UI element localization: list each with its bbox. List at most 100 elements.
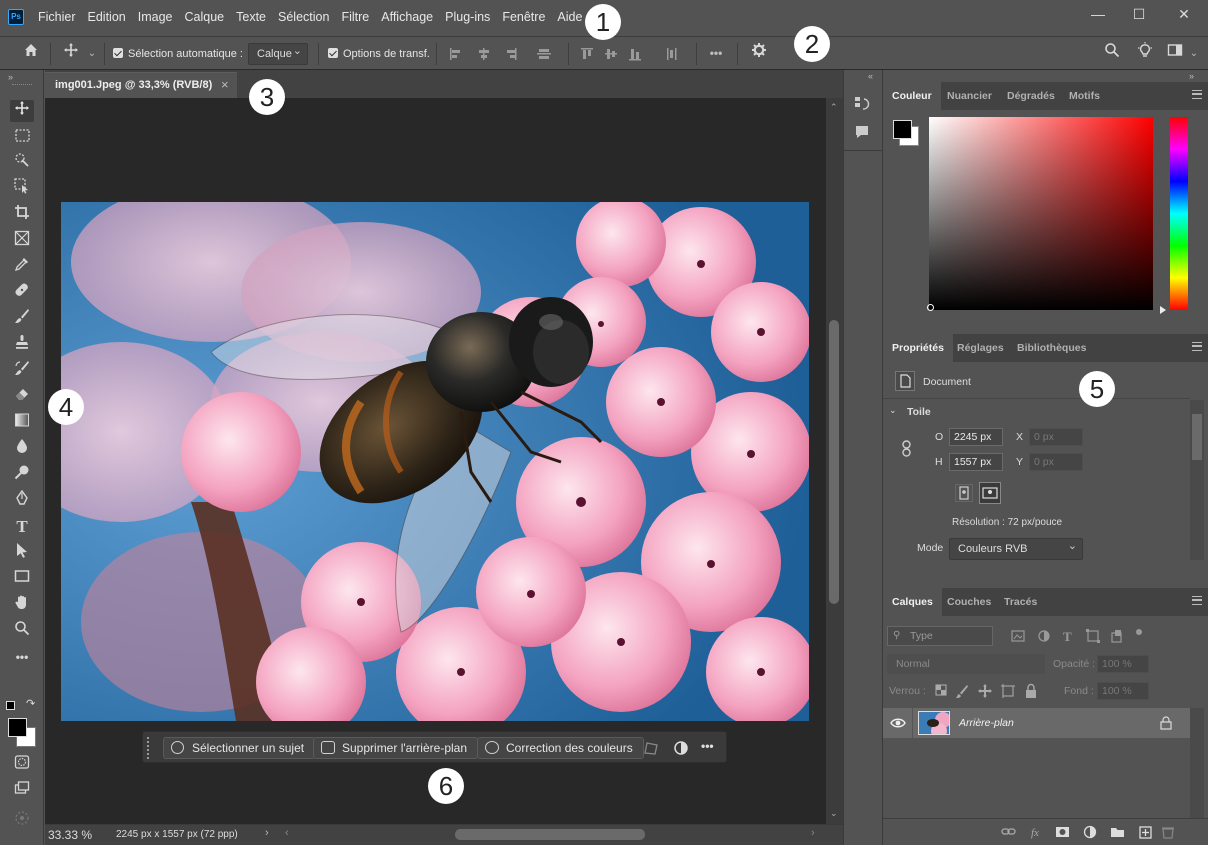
- scroll-down-arrow-icon[interactable]: ⌄: [830, 808, 838, 819]
- tab-degrades[interactable]: Dégradés: [998, 82, 1064, 110]
- layer-filter-dropdown[interactable]: ⚲ Type: [887, 626, 993, 646]
- toolbar-grip[interactable]: [12, 84, 32, 86]
- zoom-level[interactable]: 33.33 %: [48, 828, 92, 842]
- foreground-color-swatch[interactable]: [893, 120, 912, 139]
- panel-menu-icon[interactable]: [1192, 342, 1202, 351]
- search-icon[interactable]: [1101, 42, 1123, 64]
- marquee-tool-icon[interactable]: [10, 126, 34, 148]
- drag-handle-icon[interactable]: [147, 737, 151, 759]
- transform-icon[interactable]: [643, 740, 659, 756]
- x-field[interactable]: 0 px: [1029, 428, 1083, 446]
- fill-field[interactable]: 100 %: [1097, 682, 1149, 700]
- more-options-button[interactable]: •••: [703, 42, 729, 64]
- horizontal-scroll-thumb[interactable]: [455, 829, 645, 840]
- landscape-orientation-icon[interactable]: [979, 482, 1001, 504]
- maximize-button[interactable]: ☐: [1125, 4, 1153, 24]
- auto-select-dropdown[interactable]: Calque: [248, 41, 308, 65]
- menu-affichage[interactable]: Affichage: [381, 10, 433, 24]
- portrait-orientation-icon[interactable]: [955, 484, 973, 502]
- eraser-tool-icon[interactable]: [10, 386, 34, 408]
- tab-reglages[interactable]: Réglages: [948, 334, 1013, 362]
- height-field[interactable]: 1557 px: [949, 453, 1003, 471]
- quick-mask-icon[interactable]: [10, 754, 34, 776]
- tab-bibliotheques[interactable]: Bibliothèques: [1008, 334, 1095, 362]
- tab-nuancier[interactable]: Nuancier: [938, 82, 1001, 110]
- collapse-panels-icon[interactable]: »: [1189, 71, 1194, 81]
- menu-filtre[interactable]: Filtre: [341, 10, 369, 24]
- tab-couches[interactable]: Couches: [938, 588, 1000, 616]
- chevron-down-icon[interactable]: ⌄: [1188, 43, 1200, 65]
- close-tab-icon[interactable]: ×: [221, 77, 229, 92]
- menu-fichier[interactable]: Fichier: [38, 10, 76, 24]
- menu-selection[interactable]: Sélection: [278, 10, 329, 24]
- properties-scrollbar[interactable]: [1190, 400, 1204, 560]
- path-selection-tool-icon[interactable]: [10, 542, 34, 564]
- layer-visibility-toggle[interactable]: [883, 708, 913, 738]
- color-picker-cursor[interactable]: [927, 304, 934, 311]
- tab-traces[interactable]: Tracés: [995, 588, 1046, 616]
- collapse-double-chevron-icon[interactable]: »: [8, 72, 13, 82]
- history-icon[interactable]: [854, 96, 870, 112]
- more-tools-icon[interactable]: •••: [10, 646, 34, 668]
- auto-select-checkbox[interactable]: Sélection automatique :: [113, 47, 243, 60]
- hand-tool-icon[interactable]: [10, 594, 34, 616]
- width-field[interactable]: 2245 px: [949, 428, 1003, 446]
- move-tool-preset-icon[interactable]: [60, 42, 82, 64]
- minimize-button[interactable]: —: [1084, 4, 1112, 24]
- scroll-up-arrow-icon[interactable]: ⌃: [830, 102, 838, 113]
- menu-aide[interactable]: Aide: [557, 10, 582, 24]
- comments-icon[interactable]: [854, 124, 870, 140]
- eyedropper-tool-icon[interactable]: [10, 256, 34, 278]
- color-correction-button[interactable]: Correction des couleurs: [477, 737, 644, 759]
- document-tab[interactable]: img001.Jpeg @ 33,3% (RVB/8) ×: [45, 72, 237, 98]
- chevron-down-icon[interactable]: ⌄: [86, 43, 98, 65]
- home-icon[interactable]: [20, 42, 42, 64]
- object-select-tool-icon[interactable]: [10, 178, 34, 200]
- tab-calques[interactable]: Calques: [883, 588, 942, 616]
- history-brush-tool-icon[interactable]: [10, 360, 34, 382]
- default-colors-icon[interactable]: [6, 701, 15, 710]
- frame-tool-icon[interactable]: [10, 230, 34, 252]
- gear-icon[interactable]: [748, 42, 770, 64]
- scroll-left-arrow-icon[interactable]: ‹: [285, 827, 289, 839]
- swap-colors-icon[interactable]: ↷: [26, 697, 35, 710]
- clone-stamp-tool-icon[interactable]: [10, 334, 34, 356]
- blend-mode-dropdown[interactable]: Normal: [887, 654, 1045, 674]
- hue-slider[interactable]: [1170, 117, 1188, 310]
- type-tool-icon[interactable]: T: [10, 516, 34, 538]
- transform-options-checkbox[interactable]: Options de transf.: [328, 47, 430, 60]
- vertical-scrollbar[interactable]: ⌃ ⌄: [826, 98, 843, 824]
- panel-menu-icon[interactable]: [1192, 596, 1202, 605]
- close-button[interactable]: ✕: [1170, 4, 1198, 24]
- align-icons[interactable]: [448, 46, 558, 62]
- lightbulb-icon[interactable]: [1134, 42, 1156, 64]
- opacity-field[interactable]: 100 %: [1097, 655, 1149, 673]
- menu-edition[interactable]: Edition: [88, 10, 126, 24]
- pen-tool-icon[interactable]: [10, 489, 34, 512]
- link-dimensions-icon[interactable]: [901, 440, 913, 458]
- menu-fenetre[interactable]: Fenêtre: [502, 10, 545, 24]
- tab-proprietes[interactable]: Propriétés: [883, 334, 953, 362]
- gradient-tool-icon[interactable]: [10, 412, 34, 434]
- menu-calque[interactable]: Calque: [185, 10, 225, 24]
- expand-panels-icon[interactable]: «: [868, 71, 873, 81]
- layer-row[interactable]: Arrière-plan: [883, 708, 1190, 738]
- menu-image[interactable]: Image: [138, 10, 173, 24]
- select-subject-button[interactable]: Sélectionner un sujet: [163, 737, 316, 759]
- color-field[interactable]: [929, 117, 1153, 310]
- tab-motifs[interactable]: Motifs: [1060, 82, 1109, 110]
- healing-brush-tool-icon[interactable]: [10, 282, 34, 304]
- dodge-tool-icon[interactable]: [10, 464, 34, 486]
- document-canvas-image[interactable]: [61, 202, 809, 721]
- crop-tool-icon[interactable]: [10, 204, 34, 226]
- workspace-icon[interactable]: [1164, 42, 1186, 64]
- status-chevron-right-icon[interactable]: ›: [265, 827, 269, 839]
- tab-couleur[interactable]: Couleur: [883, 82, 941, 110]
- adjustment-circle-icon[interactable]: [673, 740, 689, 756]
- y-field[interactable]: 0 px: [1029, 453, 1083, 471]
- layers-footer-icons[interactable]: fx: [1001, 824, 1176, 840]
- zoom-tool-icon[interactable]: [10, 620, 34, 642]
- color-mode-dropdown[interactable]: Couleurs RVB: [949, 536, 1083, 560]
- layer-name[interactable]: Arrière-plan: [959, 717, 1014, 729]
- panel-menu-icon[interactable]: [1192, 90, 1202, 99]
